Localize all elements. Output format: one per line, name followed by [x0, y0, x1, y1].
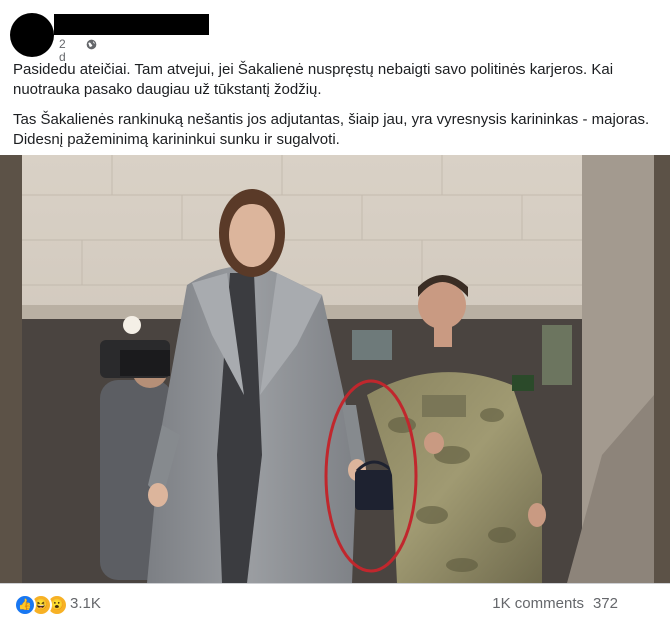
author-name-redacted[interactable]	[54, 14, 209, 35]
comments-count[interactable]: 1K comments	[492, 595, 584, 612]
post-header: 2 d	[0, 0, 670, 64]
post-paragraph-2: Tas Šakalienės rankinuką nešantis jos ad…	[13, 111, 650, 148]
post-body: Pasidedu ateičiai. Tam atvejui, jei Šaka…	[13, 60, 663, 160]
reaction-count[interactable]: 3.1K	[70, 595, 101, 612]
shares-count[interactable]: 372	[593, 595, 618, 612]
like-icon: 👍	[14, 594, 36, 616]
author-avatar[interactable]	[10, 13, 54, 57]
post-footer: 👍 😆 😮 3.1K 1K comments 372	[0, 583, 670, 625]
post-paragraph-1: Pasidedu ateičiai. Tam atvejui, jei Šaka…	[13, 61, 614, 98]
photo-border	[0, 155, 22, 583]
post-photo[interactable]	[0, 155, 670, 583]
globe-icon	[86, 39, 97, 50]
photo-border	[654, 155, 670, 583]
photo-image	[22, 155, 654, 583]
